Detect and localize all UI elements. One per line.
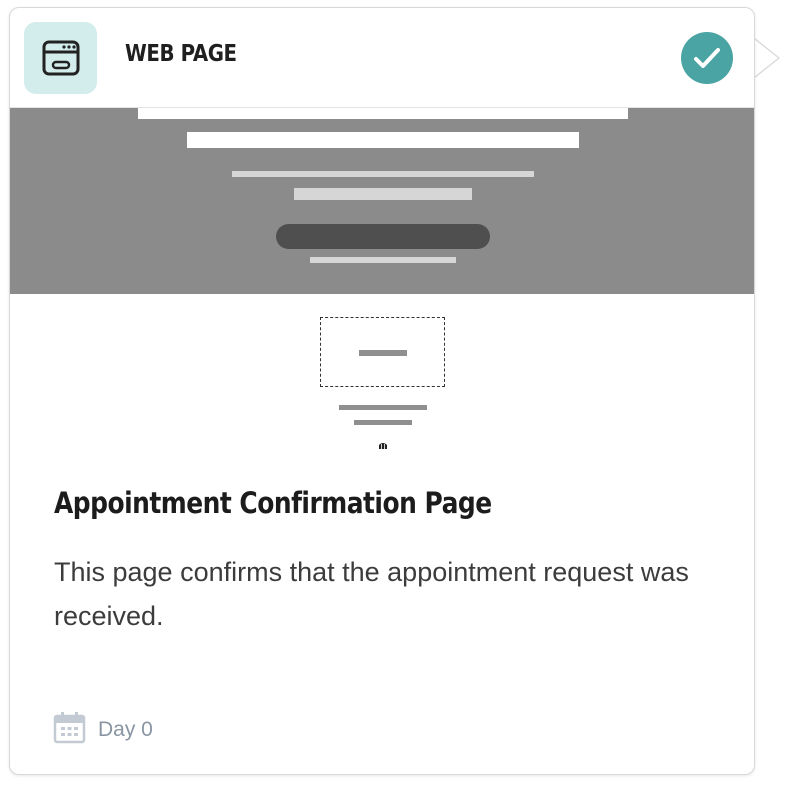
check-icon[interactable]	[681, 32, 733, 84]
card-header: WEB PAGE	[10, 8, 754, 108]
page-preview-thumbnail	[10, 108, 754, 294]
browser-window-icon	[24, 22, 97, 94]
preview-small-icon	[378, 436, 388, 449]
card-description: This page confirms that the appointment …	[54, 557, 689, 631]
web-page-card[interactable]: WEB PAGE Appointment Confirmation Page T…	[9, 7, 755, 775]
calendar-icon	[53, 711, 86, 749]
card-pointer	[754, 38, 780, 78]
preview-image-placeholder	[320, 317, 445, 387]
preview-text-line	[354, 420, 412, 425]
card-title: Appointment Confirmation Page	[54, 486, 492, 520]
preview-text-line	[339, 405, 427, 410]
card-type-label: WEB PAGE	[125, 41, 237, 67]
card-footer: Day 0	[53, 711, 153, 749]
schedule-day-label: Day 0	[98, 718, 153, 741]
